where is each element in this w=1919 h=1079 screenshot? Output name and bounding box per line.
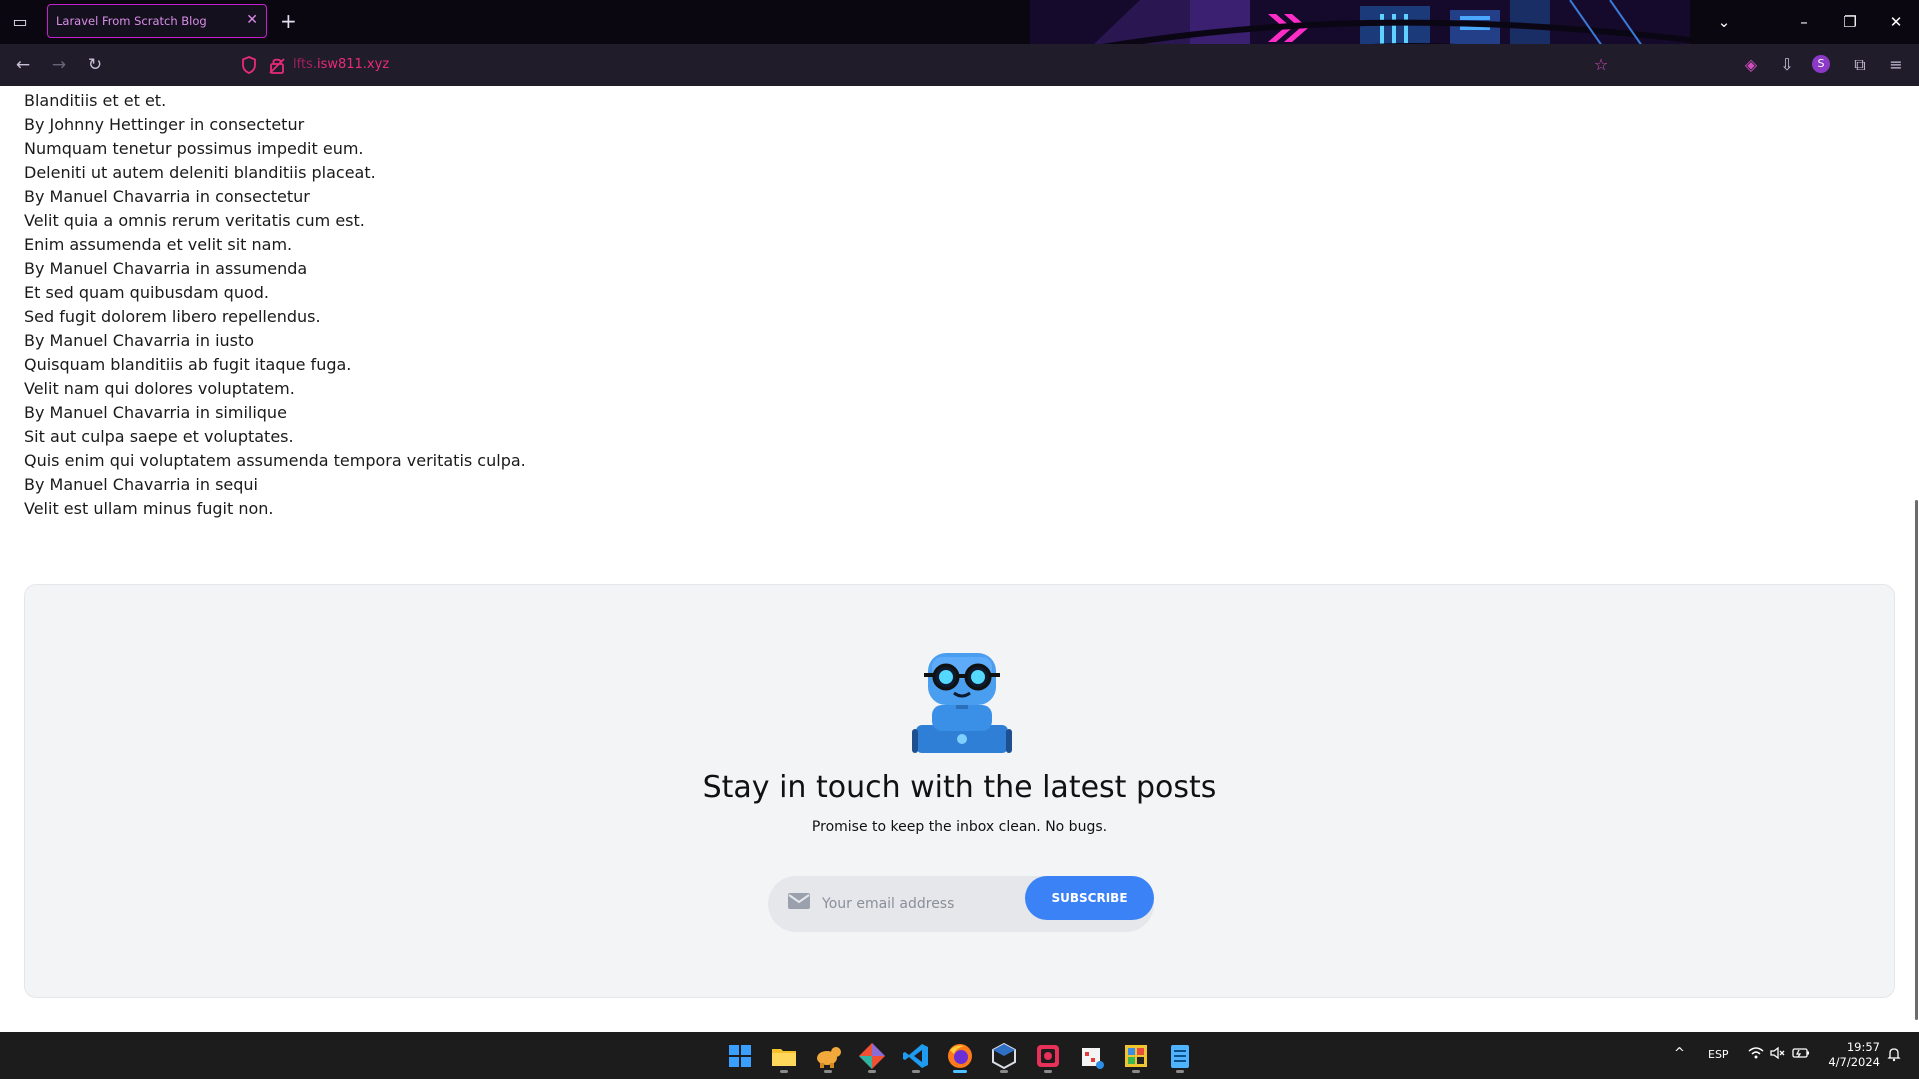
list-item: Numquam tenetur possimus impedit eum. (24, 139, 364, 158)
clock-time: 19:57 (1846, 1040, 1880, 1054)
list-item: Sit aut culpa saepe et voluptates. (24, 427, 294, 446)
notifications-icon[interactable] (1886, 1046, 1902, 1065)
battery-icon[interactable] (1792, 1046, 1810, 1063)
forward-icon[interactable]: → (48, 54, 70, 76)
page-scrollbar[interactable] (1913, 86, 1919, 1032)
app-icon[interactable] (812, 1040, 844, 1073)
running-indicator (1044, 1070, 1052, 1073)
newsletter-form: SUBSCRIBE (768, 876, 1154, 932)
account-avatar-icon[interactable]: S (1812, 55, 1830, 73)
tracking-shield-icon[interactable] (240, 54, 258, 76)
subscribe-button[interactable]: SUBSCRIBE (1025, 876, 1154, 920)
newsletter-section: Stay in touch with the latest posts Prom… (24, 584, 1895, 998)
app-icon[interactable] (1076, 1040, 1108, 1072)
list-item: By Manuel Chavarria in iusto (24, 331, 255, 350)
running-indicator (1000, 1070, 1008, 1073)
tab-title: Laravel From Scratch Blog (56, 14, 207, 28)
close-window-icon[interactable]: ✕ (1882, 10, 1910, 34)
running-indicator (953, 1070, 967, 1073)
list-item: By Manuel Chavarria in sequi (24, 475, 258, 494)
list-item: Quisquam blanditiis ab fugit itaque fuga… (24, 355, 352, 374)
new-tab-icon[interactable]: + (280, 8, 297, 34)
browser-theme-art (1030, 0, 1690, 44)
tab-active[interactable]: Laravel From Scratch Blog ✕ (47, 4, 267, 38)
url-subdomain: lfts. (293, 57, 317, 72)
tray-chevron-icon[interactable]: ^ (1674, 1046, 1685, 1061)
vscode-icon[interactable] (900, 1040, 932, 1073)
running-indicator (824, 1070, 832, 1073)
close-tab-icon[interactable]: ✕ (246, 12, 258, 28)
back-icon[interactable]: ← (12, 54, 34, 76)
list-item: Quis enim qui voluptatem assumenda tempo… (24, 451, 526, 470)
clock-date: 4/7/2024 (1828, 1055, 1880, 1069)
running-indicator (868, 1070, 876, 1073)
newsletter-subtitle: Promise to keep the inbox clean. No bugs… (811, 819, 1108, 835)
email-field[interactable] (820, 884, 1024, 924)
app-icon[interactable] (1120, 1040, 1152, 1073)
pocket-icon[interactable]: ◈ (1740, 54, 1762, 76)
list-item: By Johnny Hettinger in consectetur (24, 115, 305, 134)
list-item: Velit quia a omnis rerum veritatis cum e… (24, 211, 365, 230)
list-item: Deleniti ut autem deleniti blanditiis pl… (24, 163, 376, 182)
notepad-icon[interactable] (1164, 1040, 1196, 1073)
running-indicator (912, 1070, 920, 1073)
list-item: By Manuel Chavarria in consectetur (24, 187, 310, 206)
menu-icon[interactable]: ≡ (1885, 54, 1907, 76)
insecure-lock-icon[interactable] (268, 54, 286, 76)
running-indicator (1176, 1070, 1184, 1073)
list-item: Sed fugit dolorem libero repellendus. (24, 307, 321, 326)
extensions-icon[interactable]: ⧉ (1849, 54, 1871, 76)
browser-tab-bar: ▭ Laravel From Scratch Blog ✕ + ⌄ – ❐ ✕ (0, 0, 1919, 44)
list-item: Velit est ullam minus fugit non. (24, 499, 274, 518)
page-content: Blanditiis et et et. By Johnny Hettinger… (0, 86, 1913, 1032)
bookmark-star-icon[interactable]: ☆ (1590, 54, 1612, 76)
downloads-icon[interactable]: ⇩ (1776, 54, 1798, 76)
list-item: Blanditiis et et et. (24, 91, 167, 110)
system-clock[interactable]: 19:57 4/7/2024 (1820, 1040, 1880, 1070)
language-indicator[interactable]: ESP (1708, 1048, 1729, 1061)
browser-nav-bar: ← → ↻ lfts.isw811.xyz ☆ ◈ ⇩ S ⧉ ≡ (0, 44, 1919, 86)
list-item: Enim assumenda et velit sit nam. (24, 235, 293, 254)
wifi-icon[interactable] (1748, 1046, 1764, 1063)
reload-icon[interactable]: ↻ (84, 54, 106, 76)
virtualbox-icon[interactable] (988, 1040, 1020, 1073)
scrollbar-thumb[interactable] (1915, 500, 1918, 1020)
restore-icon[interactable]: ❐ (1836, 10, 1864, 34)
muted-speaker-icon[interactable] (1770, 1046, 1786, 1063)
list-item: Et sed quam quibusdam quod. (24, 283, 269, 302)
file-explorer-icon[interactable] (768, 1040, 800, 1073)
minimize-icon[interactable]: – (1790, 10, 1818, 34)
app-icon[interactable] (1032, 1040, 1064, 1073)
firefox-icon[interactable] (944, 1040, 976, 1073)
url-field[interactable]: lfts.isw811.xyz (293, 57, 389, 72)
robot-mascot-icon (912, 653, 1012, 753)
newsletter-title: Stay in touch with the latest posts (702, 770, 1217, 805)
mail-icon (788, 893, 810, 909)
url-domain: isw811.xyz (316, 57, 390, 72)
taskbar: ^ ESP 19:57 4/7/2024 (0, 1032, 1919, 1079)
list-item: By Manuel Chavarria in assumenda (24, 259, 308, 278)
list-item: Velit nam qui dolores voluptatem. (24, 379, 295, 398)
posts-list: Blanditiis et et et. By Johnny Hettinger… (24, 89, 526, 521)
running-indicator (780, 1070, 788, 1073)
list-all-tabs-icon[interactable]: ⌄ (1710, 10, 1738, 34)
tab-list-icon[interactable]: ▭ (8, 10, 32, 34)
start-icon[interactable] (724, 1040, 756, 1072)
running-indicator (1132, 1070, 1140, 1073)
git-icon[interactable] (856, 1040, 888, 1073)
list-item: By Manuel Chavarria in similique (24, 403, 287, 422)
